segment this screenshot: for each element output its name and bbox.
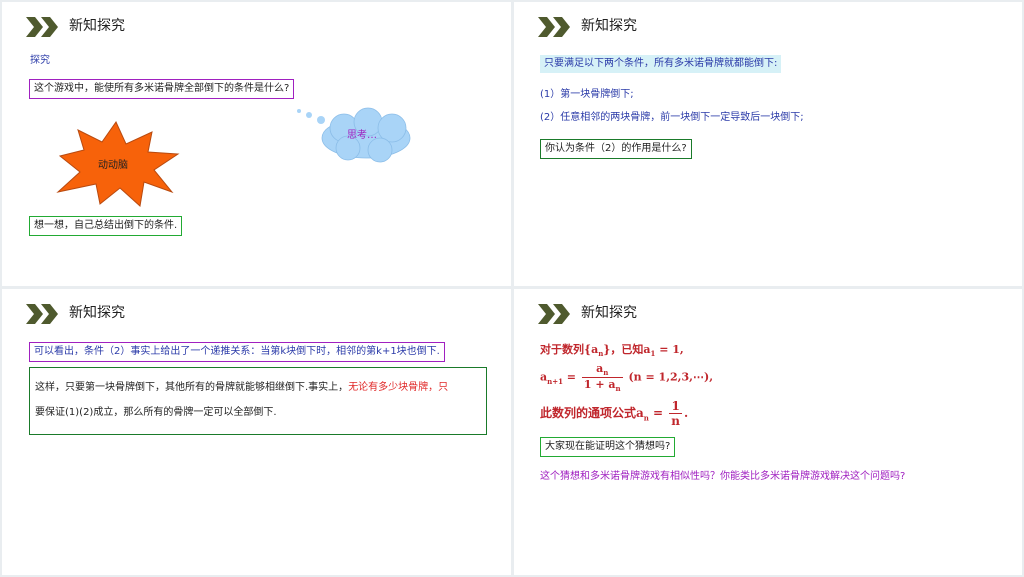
double-chevron-icon [26,304,58,324]
header-title: 新知探究 [581,305,637,321]
condition-1: (1）第一块骨牌倒下; [540,89,634,100]
explanation-box: 这样，只要第一块骨牌倒下，其他所有的骨牌就能够相继倒下.事实上，无论有多少块骨牌… [29,367,487,435]
conditions-intro: 只要满足以下两个条件，所有多米诺骨牌就都能倒下: [540,55,782,73]
slide-2: 新知探究 只要满足以下两个条件，所有多米诺骨牌就都能倒下: (1）第一块骨牌倒下… [514,2,1022,286]
recurrence-fraction: an 1 + an [581,362,623,394]
formula-line-1: 对于数列{an}，已知a1 = 1, [540,343,684,359]
prompt-box: 想一想，自己总结出倒下的条件. [29,216,183,236]
formula-recurrence: an+1 = an 1 + an (n = 1,2,3,⋯), [540,362,714,394]
double-chevron-icon [538,17,570,37]
section-label: 探究 [30,55,50,66]
explanation-text-cont: 要保证(1)(2)成立，那么所有的骨牌一定可以全部倒下. [35,407,277,418]
followup-text: 这个猜想和多米诺骨牌游戏有相似性吗？你能类比多米诺骨牌游戏解决这个问题吗? [540,471,906,482]
question-box: 这个游戏中，能使所有多米诺骨牌全部倒下的条件是什么? [29,79,295,99]
header-title: 新知探究 [69,305,125,321]
explanation-highlight: 无论有多少块骨牌，只 [348,382,449,393]
summary-box: 可以看出，条件（2）事实上给出了一个递推关系：当第k块倒下时，相邻的第k+1块也… [29,342,445,362]
slide-4: 新知探究 对于数列{an}，已知a1 = 1, an+1 = an 1 + an… [514,289,1022,575]
explanation-text: 这样，只要第一块骨牌倒下，其他所有的骨牌就能够相继倒下.事实上， [35,382,349,393]
slide-1: 新知探究 探究 这个游戏中，能使所有多米诺骨牌全部倒下的条件是什么? 动动脑 思… [2,2,511,286]
burst-label: 动动脑 [98,160,128,171]
question-box: 大家现在能证明这个猜想吗? [540,437,676,457]
formula-general-term: 此数列的通项公式an = 1 n . [540,399,689,428]
question-box: 你认为条件（2）的作用是什么? [540,139,692,159]
condition-2: (2）任意相邻的两块骨牌，前一块倒下一定导致后一块倒下; [540,112,804,123]
slide-3: 新知探究 可以看出，条件（2）事实上给出了一个递推关系：当第k块倒下时，相邻的第… [2,289,511,575]
cloud-label: 思考… [347,130,377,141]
double-chevron-icon [26,17,58,37]
general-term-fraction: 1 n [669,399,683,428]
header-title: 新知探究 [69,18,125,34]
header-title: 新知探究 [581,18,637,34]
double-chevron-icon [538,304,570,324]
